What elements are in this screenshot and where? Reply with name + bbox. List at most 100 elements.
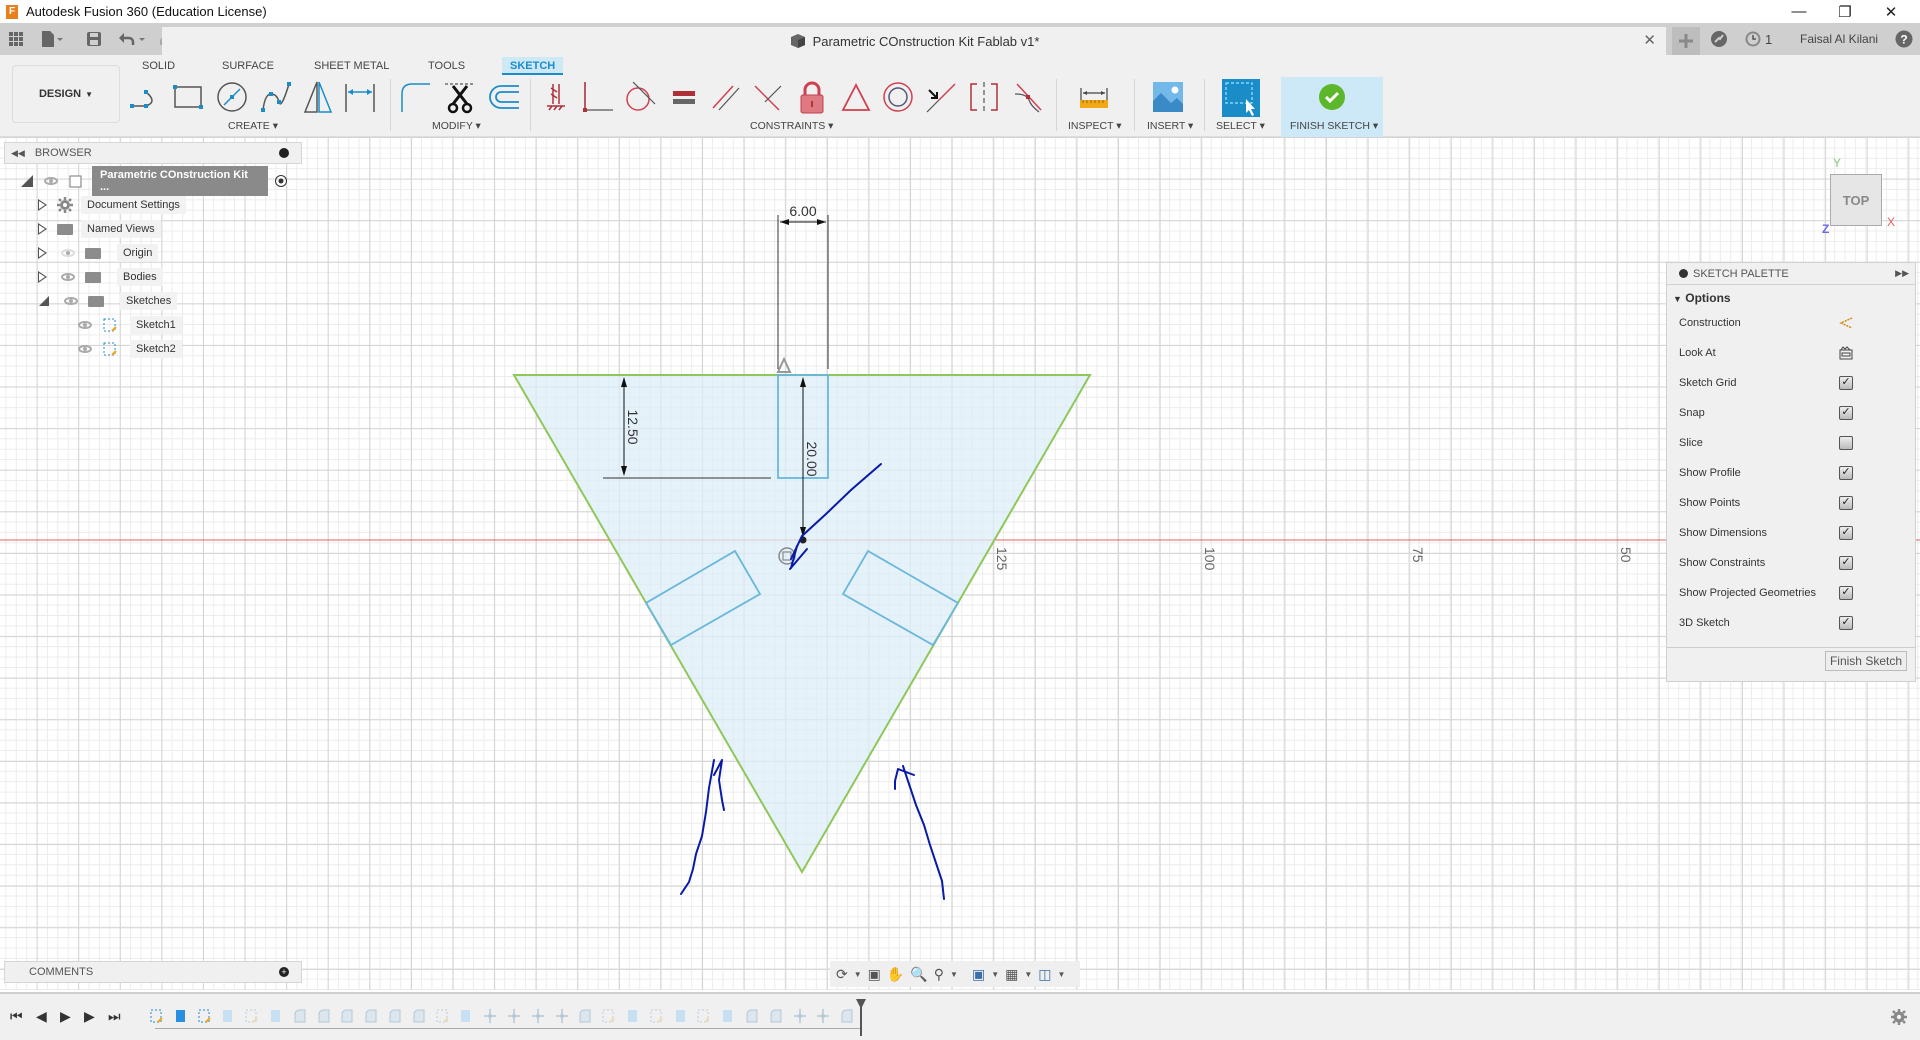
timeline-move-icon[interactable] <box>555 1008 569 1024</box>
rectangle-tool-icon[interactable] <box>170 79 206 115</box>
coincident-constraint-icon[interactable] <box>580 79 616 115</box>
trim-tool-icon[interactable] <box>442 79 478 115</box>
show-profile-checkbox[interactable]: ✓ <box>1839 466 1853 480</box>
collapse-browser-icon[interactable]: ◀◀ <box>11 148 25 159</box>
browser-item-named-views[interactable]: Named Views <box>38 218 161 240</box>
finish-sketch-check-icon[interactable] <box>1314 79 1350 115</box>
collapse-arrow-icon[interactable] <box>20 174 34 188</box>
measure-tool-icon[interactable] <box>1076 79 1112 115</box>
pan-hand-icon[interactable]: ✋ <box>887 966 904 983</box>
zoom-window-icon[interactable]: ⚲ <box>934 966 944 983</box>
expand-arrow-icon[interactable] <box>38 271 47 283</box>
activate-radio-icon[interactable] <box>274 174 288 188</box>
data-panel-grid-icon[interactable] <box>8 23 24 55</box>
curvature-constraint-icon[interactable] <box>1010 79 1046 115</box>
chevron-down-icon[interactable]: ▼ <box>1024 970 1032 979</box>
browser-item-sketch2[interactable]: Sketch2 <box>78 338 182 360</box>
timeline-extrude-icon[interactable] <box>174 1008 188 1024</box>
palette-option-snap[interactable]: Snap ✓ <box>1667 398 1915 428</box>
job-status[interactable]: 1 <box>1744 23 1772 55</box>
timeline-extrude-icon[interactable] <box>674 1008 688 1024</box>
pin-browser-icon[interactable] <box>279 148 289 158</box>
palette-finish-sketch-button[interactable]: Finish Sketch <box>1824 651 1907 671</box>
undo-icon[interactable] <box>118 23 148 55</box>
display-settings-icon[interactable]: ▣ <box>972 966 985 983</box>
line-tool-icon[interactable] <box>128 79 164 115</box>
palette-option-slice[interactable]: Slice <box>1667 428 1915 458</box>
constraints-menu[interactable]: CONSTRAINTS ▾ <box>750 120 833 132</box>
visibility-eye-icon[interactable] <box>44 177 58 185</box>
select-tool-icon[interactable] <box>1222 79 1260 117</box>
show-constraints-checkbox[interactable]: ✓ <box>1839 556 1853 570</box>
timeline-fillet-icon[interactable] <box>317 1008 331 1024</box>
close-tab-icon[interactable]: ✕ <box>1643 31 1656 49</box>
palette-option-show-constraints[interactable]: Show Constraints ✓ <box>1667 548 1915 578</box>
triangle-profile[interactable] <box>512 374 1092 874</box>
file-menu-icon[interactable] <box>40 23 64 55</box>
timeline-fillet-icon[interactable] <box>578 1008 592 1024</box>
fillet-tool-icon[interactable] <box>398 79 434 115</box>
concentric-constraint-icon[interactable] <box>880 79 916 115</box>
browser-item-bodies[interactable]: Bodies <box>38 266 163 288</box>
timeline-sketch-icon[interactable] <box>602 1008 616 1024</box>
inspect-menu[interactable]: INSPECT ▾ <box>1068 120 1122 132</box>
perpendicular-constraint-icon[interactable] <box>750 79 786 115</box>
browser-root-item[interactable]: Parametric COnstruction Kit ... <box>20 166 288 196</box>
timeline-marker[interactable] <box>855 998 867 1036</box>
timeline-sketch-icon[interactable] <box>436 1008 450 1024</box>
parallel-constraint-icon[interactable] <box>708 79 744 115</box>
viewcube[interactable]: TOP <box>1830 174 1882 226</box>
chevron-down-icon[interactable]: ▼ <box>950 970 958 979</box>
timeline-sketch-icon[interactable] <box>150 1008 164 1024</box>
timeline-extrude-icon[interactable] <box>269 1008 283 1024</box>
palette-option-sketch-grid[interactable]: Sketch Grid ✓ <box>1667 368 1915 398</box>
symmetric-constraint-icon[interactable] <box>966 79 1002 115</box>
chevron-down-icon[interactable]: ▼ <box>1058 970 1066 979</box>
help-icon[interactable]: ? <box>1895 23 1913 55</box>
show-projected-geometries-checkbox[interactable]: ✓ <box>1839 586 1853 600</box>
snap-checkbox[interactable]: ✓ <box>1839 406 1853 420</box>
timeline-fillet-icon[interactable] <box>840 1008 854 1024</box>
browser-item-document-settings[interactable]: Document Settings <box>38 194 186 216</box>
dimension-slot-width[interactable]: 6.00 <box>777 203 829 369</box>
chevron-down-icon[interactable]: ▼ <box>854 970 862 979</box>
sketch-dimension-tool-icon[interactable] <box>342 79 378 115</box>
timeline-fillet-icon[interactable] <box>340 1008 354 1024</box>
timeline-sketch-icon[interactable] <box>198 1008 212 1024</box>
visibility-eye-icon[interactable] <box>64 297 78 305</box>
restore-button[interactable]: ❐ <box>1822 0 1868 23</box>
sketch-grid-checkbox[interactable]: ✓ <box>1839 376 1853 390</box>
add-comment-icon[interactable]: + <box>279 967 289 977</box>
fix-lock-constraint-icon[interactable] <box>794 79 830 115</box>
visibility-eye-icon[interactable] <box>61 273 75 281</box>
3d-sketch-checkbox[interactable]: ✓ <box>1839 616 1853 630</box>
chevron-down-icon[interactable]: ▼ <box>991 970 999 979</box>
timeline-extrude-icon[interactable] <box>626 1008 640 1024</box>
mirror-tool-icon[interactable] <box>300 79 336 115</box>
spline-tool-icon[interactable] <box>258 79 294 115</box>
tab-surface[interactable]: SURFACE <box>214 57 282 75</box>
collinear-constraint-icon[interactable] <box>922 79 958 115</box>
palette-option-show-projected-geometries[interactable]: Show Projected Geometries ✓ <box>1667 578 1915 608</box>
create-menu[interactable]: CREATE ▾ <box>228 120 278 132</box>
midpoint-constraint-icon[interactable] <box>838 79 874 115</box>
extensions-icon[interactable] <box>1710 23 1728 55</box>
timeline-extrude-icon[interactable] <box>721 1008 735 1024</box>
new-tab-button[interactable] <box>1672 27 1700 55</box>
timeline-sketch-icon[interactable] <box>245 1008 259 1024</box>
browser-item-sketches[interactable]: Sketches <box>38 290 178 312</box>
look-at-nav-icon[interactable]: ▣ <box>868 966 881 983</box>
user-account-menu[interactable]: Faisal Al Kilani <box>1800 23 1878 55</box>
slice-checkbox[interactable] <box>1839 436 1853 450</box>
timeline-sketch-icon[interactable] <box>650 1008 664 1024</box>
circle-tool-icon[interactable] <box>214 79 250 115</box>
minimize-button[interactable]: — <box>1776 0 1822 23</box>
expand-arrow-icon[interactable] <box>38 247 47 259</box>
pin-palette-icon[interactable] <box>1679 269 1688 278</box>
tab-sheet-metal[interactable]: SHEET METAL <box>306 57 397 75</box>
hidden-eye-icon[interactable] <box>61 249 75 257</box>
timeline-settings-gear-icon[interactable] <box>1890 1008 1908 1026</box>
browser-item-origin[interactable]: Origin <box>38 242 159 264</box>
zoom-icon[interactable]: 🔍 <box>910 966 927 983</box>
go-to-start-icon[interactable]: ⏮ <box>10 1008 23 1025</box>
